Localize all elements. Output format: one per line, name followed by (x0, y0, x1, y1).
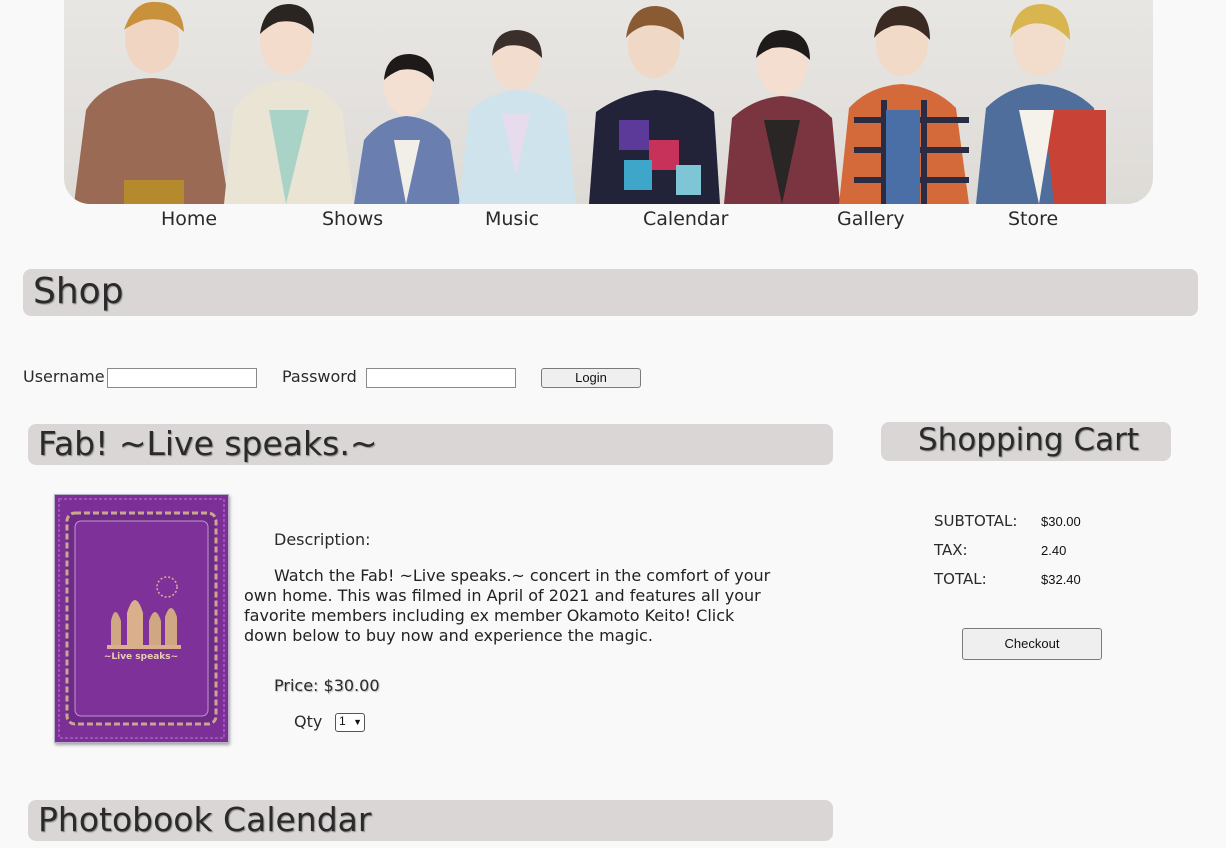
member-figure (459, 30, 576, 204)
product-image-art: ~Live speaks~ (55, 495, 228, 742)
banner-photo (64, 0, 1153, 204)
qty-value: 1 (339, 714, 346, 728)
checkout-button[interactable]: Checkout (962, 628, 1102, 660)
nav-calendar[interactable]: Calendar (643, 208, 728, 230)
product-title: Photobook Calendar (38, 800, 372, 839)
product-title: Fab! ~Live speaks.~ (38, 424, 378, 463)
password-label: Password (282, 367, 357, 386)
product-image-caption: ~Live speaks~ (104, 652, 178, 662)
member-figure (839, 6, 969, 204)
login-button[interactable]: Login (541, 368, 641, 388)
shop-header: Shop (23, 269, 1198, 316)
cart-title: Shopping Cart (918, 422, 1139, 458)
member-figure (976, 4, 1106, 204)
password-input[interactable] (366, 368, 516, 388)
subtotal-value: $30.00 (1041, 514, 1081, 529)
product-image[interactable]: ~Live speaks~ (54, 494, 229, 743)
total-label: TOTAL: (934, 570, 987, 588)
tax-value: 2.40 (1041, 543, 1067, 558)
nav-gallery[interactable]: Gallery (837, 208, 905, 230)
cart-header: Shopping Cart (881, 422, 1171, 461)
nav-store[interactable]: Store (1008, 208, 1058, 230)
member-figure (589, 6, 720, 204)
qty-label: Qty (294, 712, 323, 731)
subtotal-label: SUBTOTAL: (934, 512, 1018, 530)
description-label: Description: (274, 530, 371, 549)
product-description: Watch the Fab! ~Live speaks.~ concert in… (244, 566, 771, 645)
chevron-down-icon: ▼ (353, 717, 362, 727)
product-header: Fab! ~Live speaks.~ (28, 424, 833, 465)
member-figure (74, 1, 229, 204)
tax-label: TAX: (934, 541, 968, 559)
total-value: $32.40 (1041, 572, 1081, 587)
username-input[interactable] (107, 368, 257, 388)
nav-home[interactable]: Home (161, 208, 217, 230)
member-figure (354, 54, 460, 204)
banner-photo-art (74, 1, 1106, 204)
nav-shows[interactable]: Shows (322, 208, 383, 230)
shop-title: Shop (33, 271, 124, 312)
product-price: Price: $30.00 (274, 676, 380, 695)
nav-music[interactable]: Music (485, 208, 539, 230)
member-figure (724, 30, 840, 204)
member-figure (224, 4, 354, 204)
username-label: Username (23, 367, 105, 386)
qty-select[interactable]: 1 ▼ (335, 713, 365, 732)
product-header: Photobook Calendar (28, 800, 833, 841)
